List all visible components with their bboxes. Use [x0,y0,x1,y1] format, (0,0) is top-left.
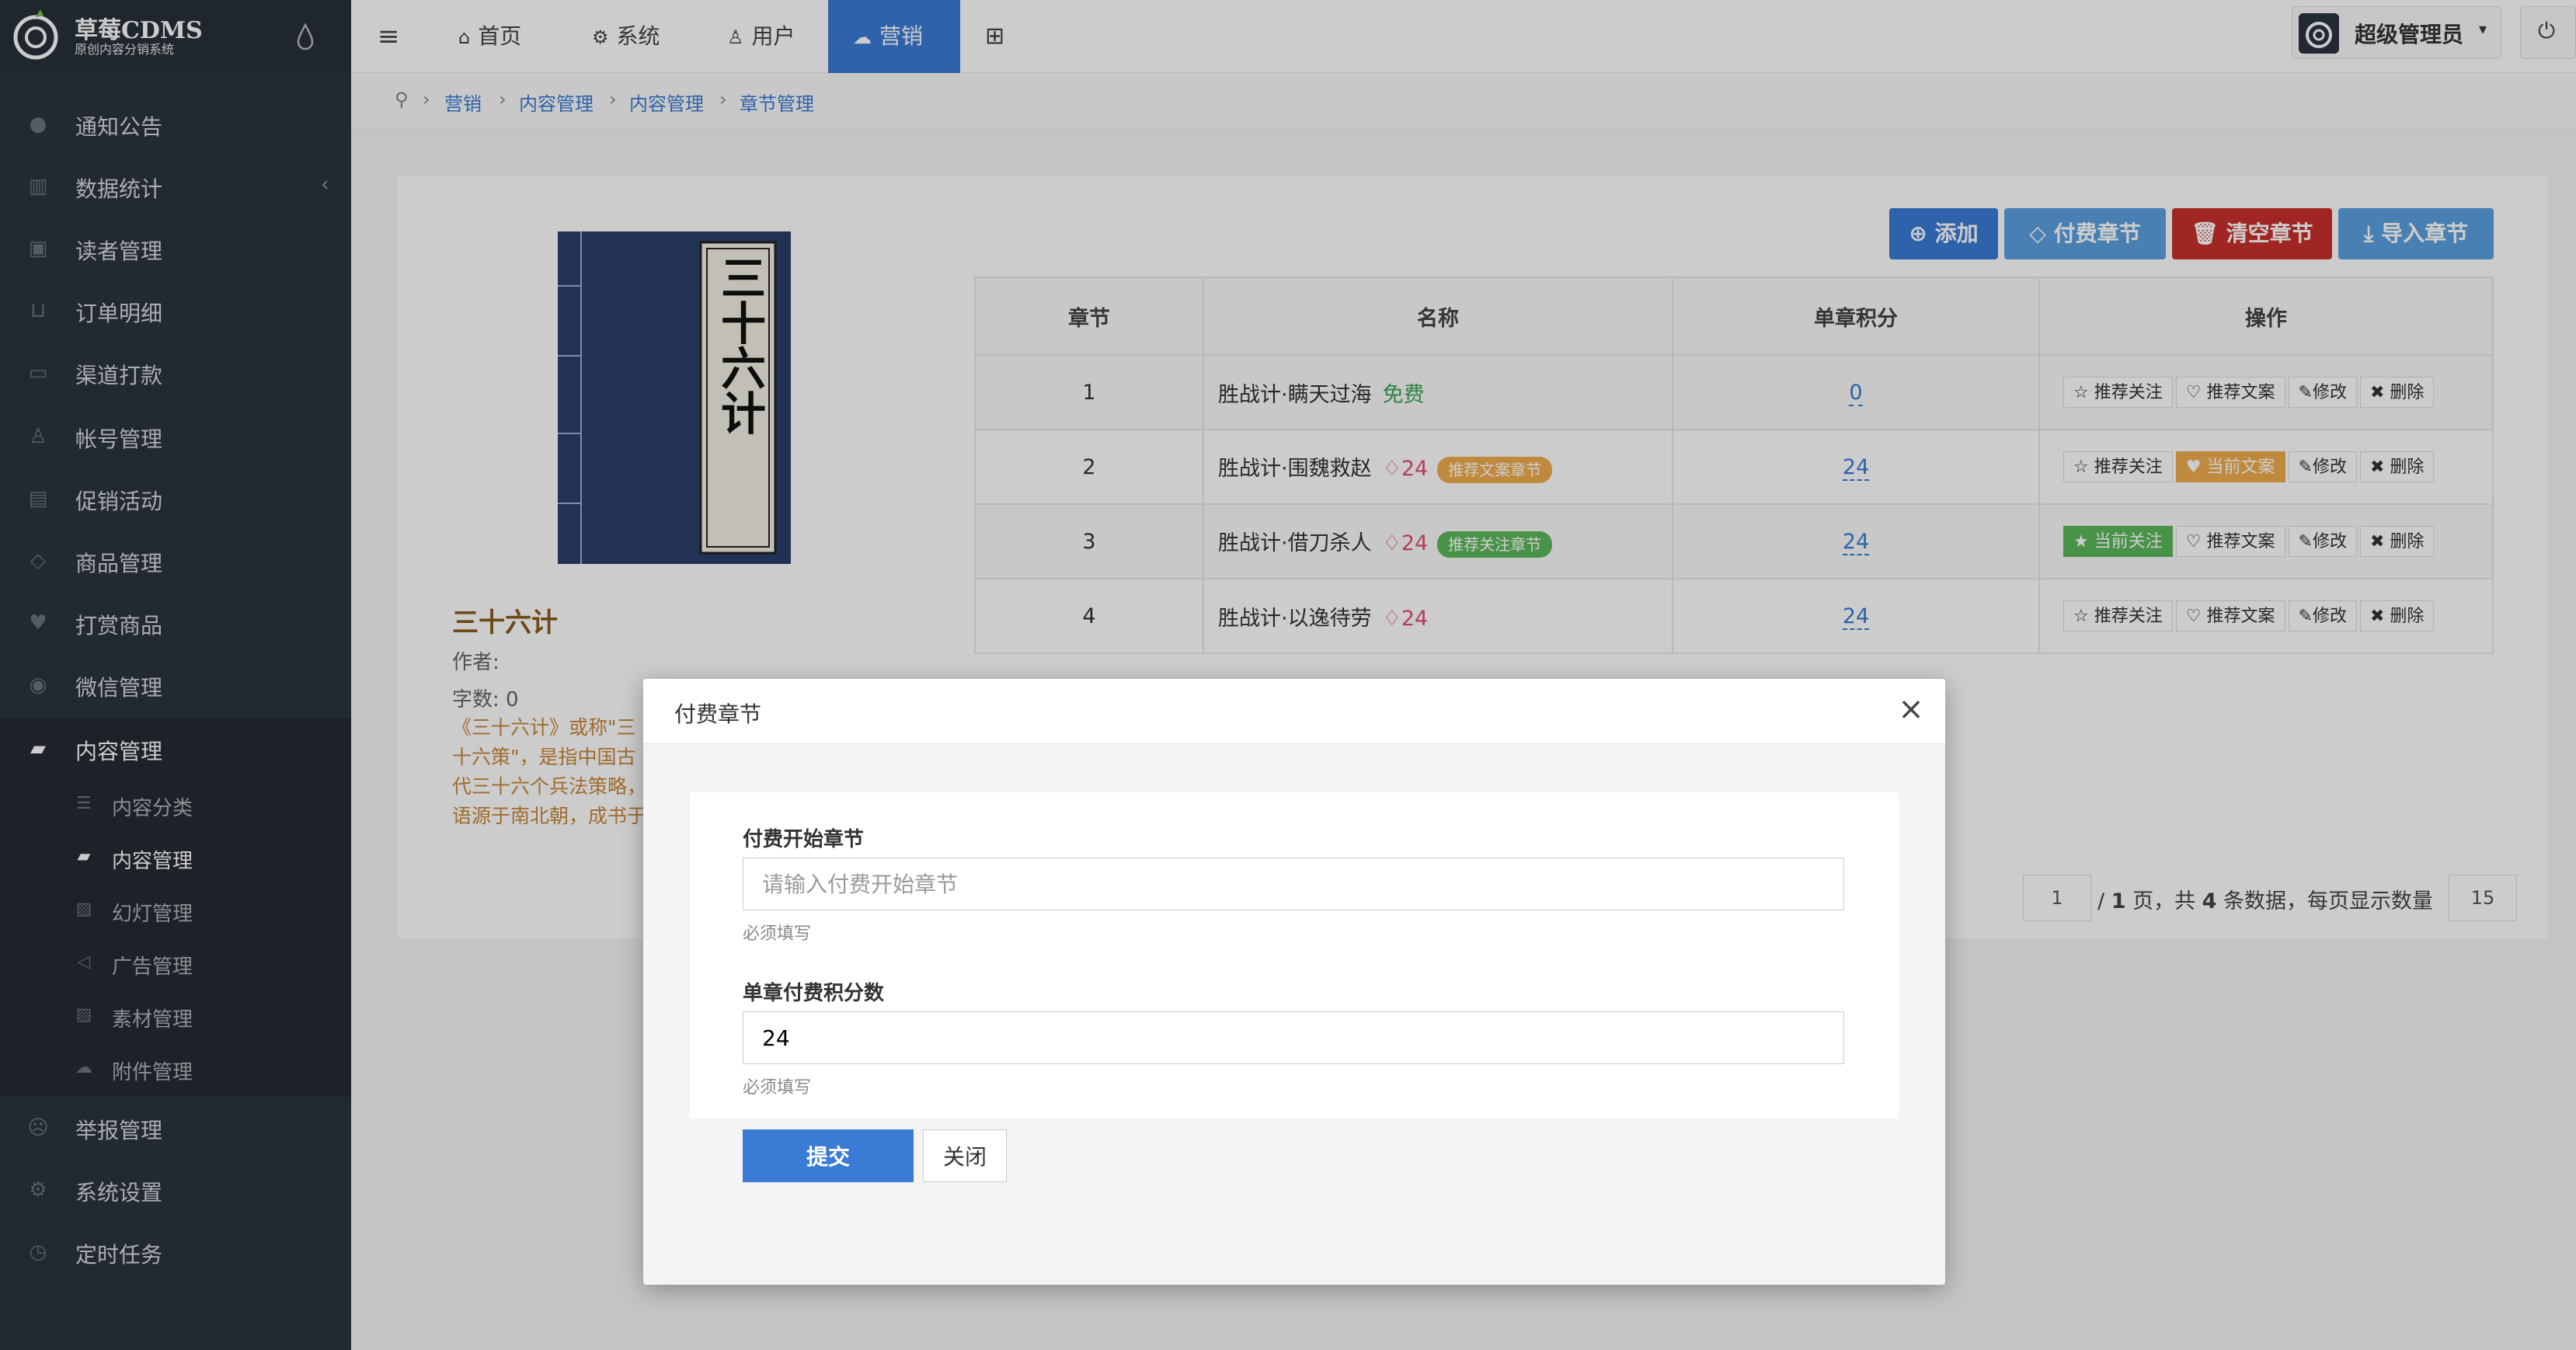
chapter-points-hint: 必须填写 [743,1078,812,1098]
start-chapter-hint: 必须填写 [743,924,812,944]
chapter-points-input[interactable] [743,1011,1844,1064]
modal-form: 付费开始章节 必须填写 单章付费积分数 必须填写 [690,792,1899,1119]
modal-title: 付费章节 [674,701,762,727]
chapter-points-label: 单章付费积分数 [743,982,885,1005]
close-button[interactable]: 关闭 [923,1129,1007,1182]
close-icon[interactable]: × [1895,691,1927,729]
submit-button[interactable]: 提交 [743,1129,914,1182]
start-chapter-input[interactable] [743,858,1844,910]
modal-header: 付费章节 × [643,679,1945,744]
paid-chapters-modal: 付费章节 × 付费开始章节 必须填写 单章付费积分数 必须填写 提交 关闭 [643,679,1945,1285]
start-chapter-label: 付费开始章节 [743,828,865,851]
